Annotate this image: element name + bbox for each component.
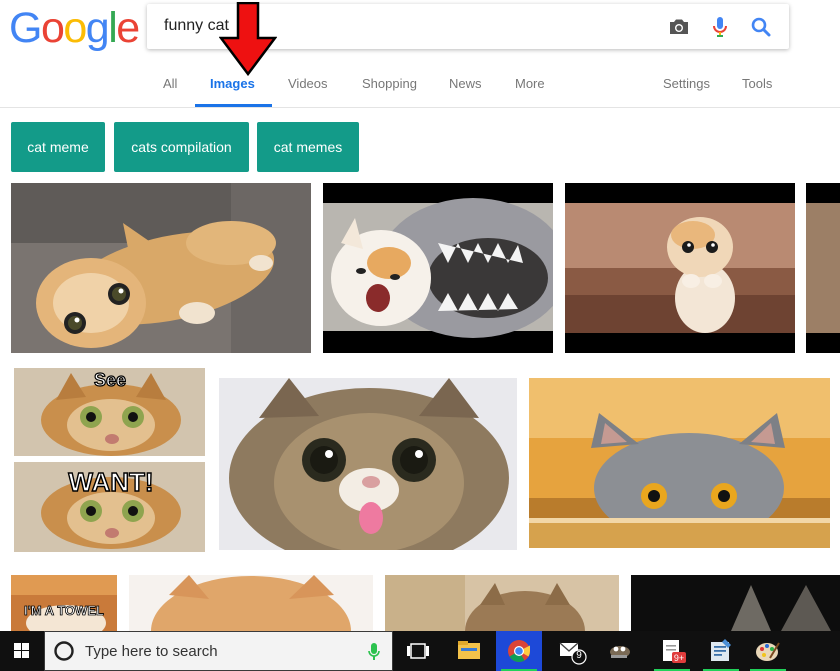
tab-all[interactable]: All	[163, 76, 177, 92]
tab-images[interactable]: Images	[210, 76, 255, 92]
header-divider	[0, 107, 840, 108]
document-app-button[interactable]: 9+	[649, 631, 695, 671]
taskbar-microphone-icon[interactable]	[367, 642, 381, 662]
search-box[interactable]	[147, 4, 789, 49]
document-icon	[663, 640, 686, 663]
taskbar-search-box[interactable]: Type here to search	[44, 631, 393, 671]
logo-letter: G	[9, 4, 42, 52]
tab-shopping[interactable]: Shopping	[362, 76, 417, 92]
windows-start-button[interactable]	[0, 631, 44, 671]
file-explorer-button[interactable]	[446, 631, 492, 671]
gimp-icon	[610, 646, 630, 658]
google-logo[interactable]: Google	[9, 4, 140, 52]
image-result-peeking-grey-cat[interactable]	[529, 378, 830, 548]
chip-cat-meme[interactable]: cat meme	[11, 122, 105, 172]
meme-top-text: See	[94, 370, 126, 390]
image-result-lil-bub[interactable]	[219, 378, 517, 550]
windows-taskbar: Type here to search 9 9+	[0, 631, 840, 671]
mail-badge: 9	[576, 650, 582, 661]
tab-more[interactable]: More	[515, 76, 545, 92]
task-view-icon	[407, 643, 429, 659]
tab-news[interactable]: News	[449, 76, 482, 92]
mail-button[interactable]: 9	[548, 631, 594, 671]
logo-letter: l	[108, 4, 118, 52]
paint-palette-icon	[756, 642, 780, 661]
logo-letter: o	[40, 4, 65, 52]
paint-app-button[interactable]	[745, 631, 791, 671]
gimp-button[interactable]	[597, 631, 643, 671]
image-result-cat-in-shark-bed[interactable]	[323, 183, 553, 353]
search-tabs: All Images Videos Shopping News More Set…	[0, 76, 840, 108]
tab-videos[interactable]: Videos	[288, 76, 328, 92]
mail-icon	[559, 642, 587, 665]
camera-icon[interactable]	[667, 15, 691, 39]
chip-cat-memes[interactable]: cat memes	[257, 122, 359, 172]
settings-link[interactable]: Settings	[663, 76, 710, 92]
task-view-button[interactable]	[396, 631, 440, 671]
chrome-icon	[508, 640, 530, 662]
logo-letter: g	[85, 4, 110, 52]
notes-icon	[711, 639, 731, 661]
image-result-towel-meme[interactable]: I'M A TOWEL	[11, 575, 117, 631]
towel-meme-text: I'M A TOWEL	[24, 603, 104, 618]
image-result-kitten-in-box[interactable]	[385, 575, 619, 631]
image-result-partial[interactable]	[806, 183, 840, 353]
search-icon[interactable]	[749, 15, 773, 39]
notes-app-button[interactable]	[698, 631, 744, 671]
microphone-icon[interactable]	[708, 15, 732, 39]
image-result-standing-fold-cat[interactable]	[565, 183, 795, 353]
image-result-see-want-meme[interactable]: See WANT!	[11, 365, 208, 555]
meme-bottom-text: WANT!	[68, 467, 153, 497]
folder-icon	[458, 641, 480, 659]
image-result-orange-kitten[interactable]	[129, 575, 373, 631]
logo-letter: e	[116, 4, 140, 52]
document-badge: 9+	[673, 653, 685, 663]
logo-letter: o	[63, 4, 87, 52]
cortana-icon	[54, 641, 74, 661]
image-result-dark-cat[interactable]	[631, 575, 840, 631]
search-input[interactable]	[164, 14, 644, 38]
taskbar-search-placeholder: Type here to search	[85, 643, 218, 660]
chrome-button[interactable]	[496, 631, 542, 671]
chip-cats-compilation[interactable]: cats compilation	[114, 122, 249, 172]
image-result-lying-orange-cat[interactable]	[11, 183, 311, 353]
tools-link[interactable]: Tools	[742, 76, 772, 92]
